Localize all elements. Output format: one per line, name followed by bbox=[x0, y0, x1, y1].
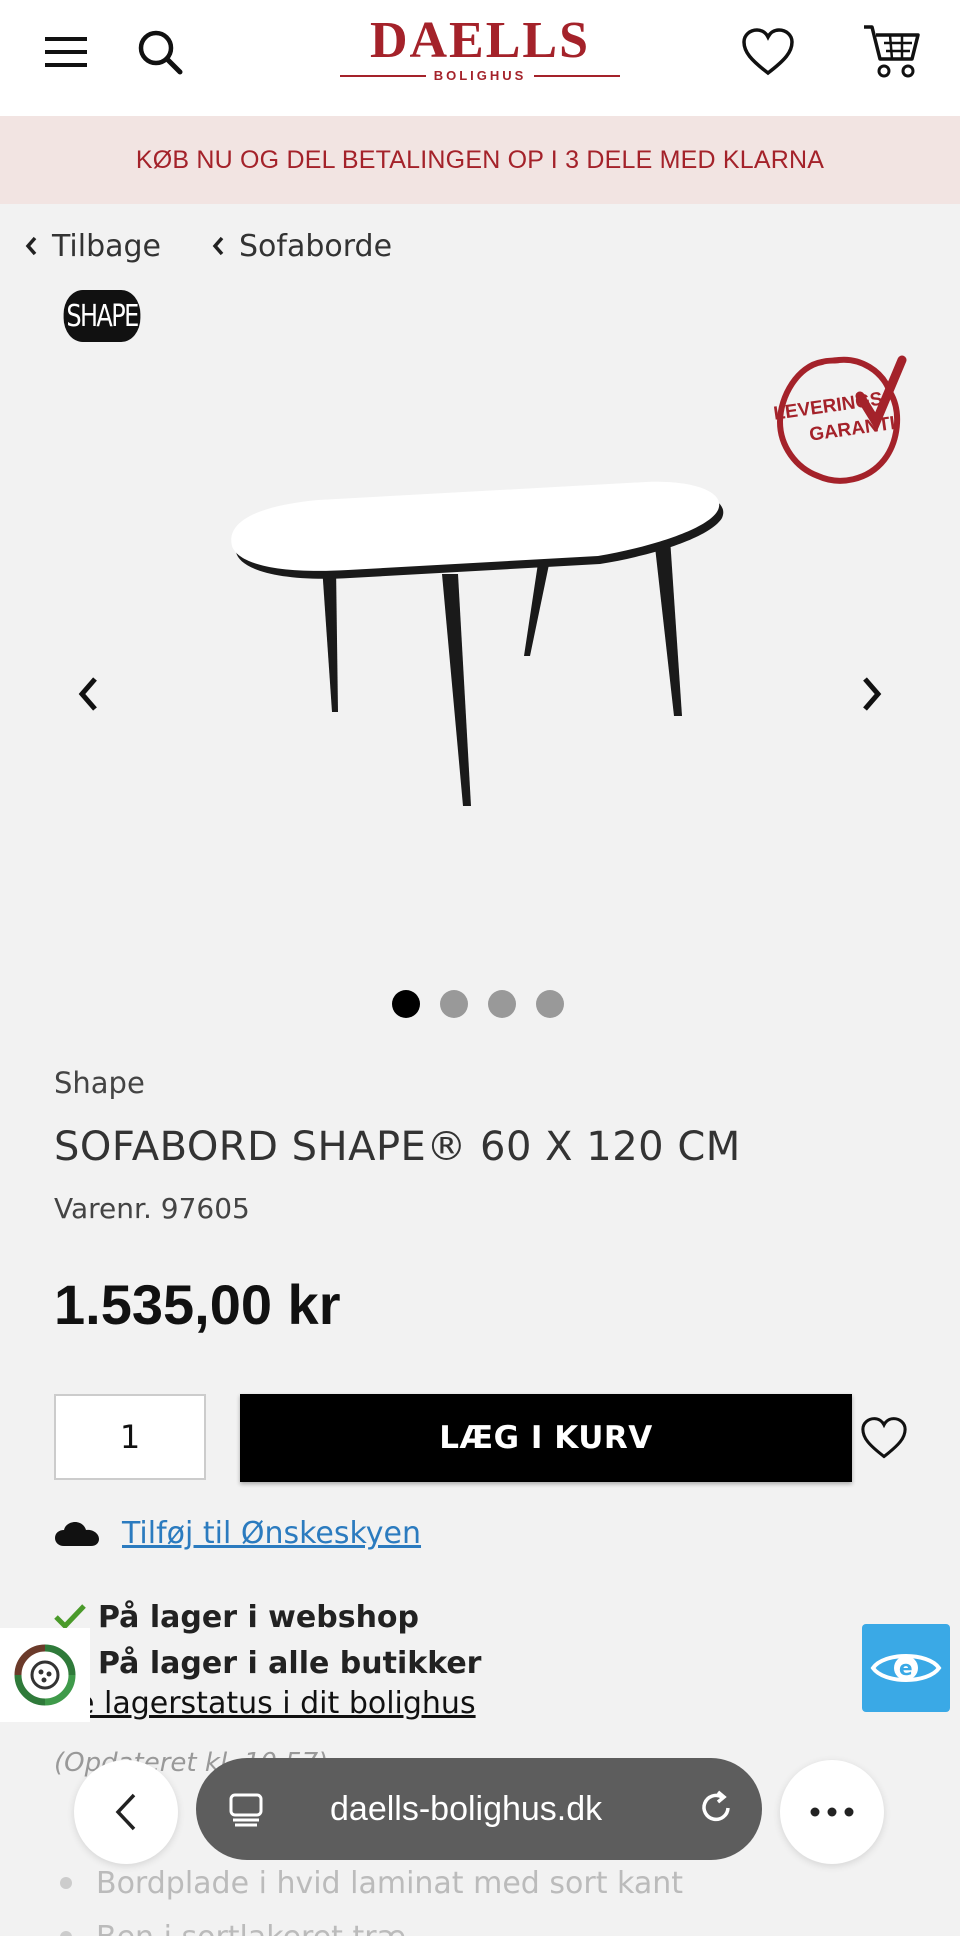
site-logo[interactable]: DAELLS BOLIGHUS bbox=[340, 14, 620, 90]
search-icon[interactable] bbox=[128, 20, 192, 84]
quantity-field[interactable]: 1 bbox=[54, 1394, 206, 1480]
stock-stores: På lager i alle butikker bbox=[98, 1645, 482, 1681]
stock-webshop: På lager i webshop bbox=[98, 1599, 420, 1635]
recycle-icon bbox=[14, 1644, 76, 1706]
menu-icon[interactable] bbox=[34, 20, 98, 84]
store-stock-link[interactable]: e lagerstatus i dit bolighus bbox=[76, 1686, 476, 1721]
stock-status: På lager i webshop På lager i alle butik… bbox=[54, 1594, 481, 1686]
product-title: SOFABORD SHAPE® 60 X 120 CM bbox=[54, 1124, 741, 1170]
promo-text: KØB NU OG DEL BETALINGEN OP I 3 DELE MED… bbox=[135, 145, 825, 174]
product-sku: Varenr. 97605 bbox=[54, 1192, 250, 1225]
eye-icon: e bbox=[870, 1654, 942, 1682]
product-price: 1.535,00 kr bbox=[54, 1273, 341, 1336]
gallery-dot[interactable] bbox=[440, 990, 468, 1018]
heart-icon bbox=[861, 1417, 907, 1459]
wishcloud-row: Tilføj til Ønskeskyen bbox=[54, 1516, 421, 1551]
category-link[interactable]: Sofaborde bbox=[211, 229, 392, 264]
accessibility-button[interactable]: e bbox=[862, 1624, 950, 1712]
cloud-icon bbox=[55, 1521, 99, 1546]
browser-back-button[interactable] bbox=[74, 1760, 178, 1864]
category-label: Sofaborde bbox=[239, 228, 393, 264]
logo-subtext: BOLIGHUS bbox=[433, 68, 527, 83]
site-header: DAELLS BOLIGHUS bbox=[0, 0, 960, 116]
gallery-dot[interactable] bbox=[536, 990, 564, 1018]
list-item: Ben i sortlakeret træ bbox=[60, 1910, 683, 1936]
product-brand[interactable]: Shape bbox=[54, 1066, 145, 1100]
more-icon bbox=[810, 1807, 854, 1817]
tabs-icon[interactable] bbox=[228, 1792, 264, 1828]
promo-banner[interactable]: KØB NU OG DEL BETALINGEN OP I 3 DELE MED… bbox=[0, 116, 960, 204]
wishcloud-link[interactable]: Tilføj til Ønskeskyen bbox=[122, 1516, 421, 1551]
feature-text: Bordplade i hvid laminat med sort kant bbox=[96, 1865, 683, 1901]
browser-more-button[interactable] bbox=[780, 1760, 884, 1864]
svg-text:e: e bbox=[899, 1656, 913, 1680]
chevron-left-icon bbox=[78, 677, 97, 711]
gallery-dot[interactable] bbox=[488, 990, 516, 1018]
coffee-table-image bbox=[231, 481, 724, 806]
cart-icon[interactable] bbox=[860, 20, 924, 84]
heart-icon[interactable] bbox=[736, 20, 800, 84]
brand-logo[interactable]: SHAPE bbox=[63, 290, 141, 342]
url-text: daells-bolighus.dk bbox=[330, 1789, 603, 1828]
add-to-cart-button[interactable]: LÆG I KURV bbox=[240, 1394, 852, 1482]
reload-icon[interactable] bbox=[696, 1788, 736, 1828]
chevron-left-icon bbox=[25, 236, 37, 256]
feature-text: Ben i sortlakeret træ bbox=[96, 1920, 406, 1936]
back-link[interactable]: Tilbage bbox=[24, 229, 161, 264]
chevron-right-icon bbox=[863, 677, 882, 711]
back-label: Tilbage bbox=[52, 228, 161, 264]
product-image[interactable] bbox=[90, 360, 870, 920]
chevron-left-icon bbox=[115, 1793, 136, 1831]
browser-toolbar: daells-bolighus.dk bbox=[0, 1740, 960, 1870]
prev-image-button[interactable] bbox=[58, 664, 118, 724]
wishlist-button[interactable] bbox=[856, 1410, 912, 1466]
breadcrumb: Tilbage Sofaborde bbox=[24, 226, 392, 266]
sustainability-badge[interactable] bbox=[0, 1628, 90, 1722]
gallery-pagination bbox=[392, 990, 564, 1018]
address-bar[interactable]: daells-bolighus.dk bbox=[196, 1758, 762, 1860]
chevron-left-icon bbox=[212, 236, 224, 256]
logo-text: DAELLS bbox=[369, 12, 591, 69]
next-image-button[interactable] bbox=[842, 664, 902, 724]
delivery-guarantee-stamp: LEVERINGS GARANTI bbox=[770, 352, 908, 490]
check-icon bbox=[54, 1604, 86, 1630]
gallery-dot[interactable] bbox=[392, 990, 420, 1018]
